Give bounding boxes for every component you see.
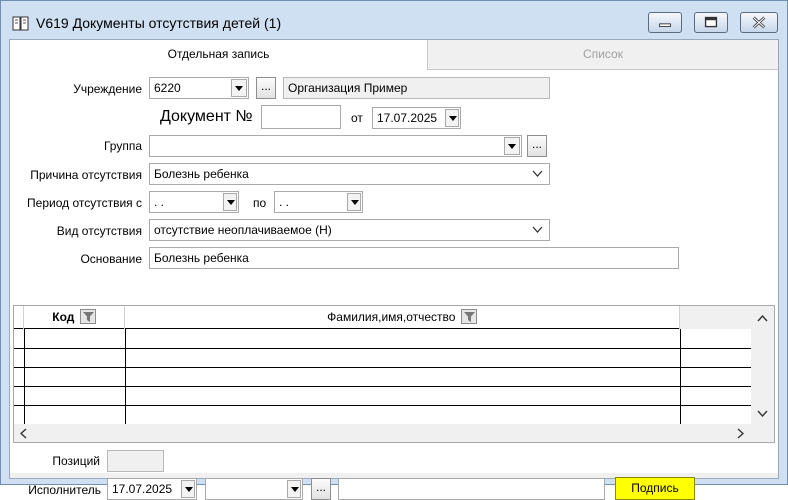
document-date-dropdown[interactable] [445,109,459,127]
book-icon [12,15,30,32]
institution-code-value: 6220 [154,81,181,95]
title-bar[interactable]: V619 Документы отсутствия детей (1) [1,1,787,39]
institution-label: Учреждение [73,82,142,96]
executor-label: Исполнитель [28,483,101,497]
institution-name-field: Организация Пример [283,77,550,99]
minimize-icon [659,23,671,28]
column-header-empty [680,306,751,329]
absence-type-combobox[interactable]: отсутствие неоплачиваемое (Н) [149,219,550,241]
basis-input[interactable]: Болезнь ребенка [149,247,679,269]
column-name-label: Фамилия,имя,отчество [327,310,456,324]
chevron-down-icon [235,86,243,91]
column-header-name[interactable]: Фамилия,имя,отчество [125,306,680,329]
minimize-button[interactable] [648,12,682,33]
period-from-value: . . [154,195,165,209]
close-icon [752,16,766,29]
grid-column-divider [680,329,681,424]
chevron-down-icon [449,116,457,121]
absence-type-dropdown[interactable] [527,220,549,240]
vertical-scrollbar[interactable] [751,306,774,424]
table-row[interactable] [14,386,751,387]
chevron-down-icon[interactable] [757,410,768,417]
window-title: V619 Документы отсутствия детей (1) [36,15,282,31]
absence-type-label: Вид отсутствия [56,224,142,238]
executor-date-picker[interactable]: 17.07.2025 [107,478,197,500]
absence-type-value: отсутствие неоплачиваемое (Н) [154,223,332,237]
document-date-picker[interactable]: 17.07.2025 [372,107,461,129]
column-header-code[interactable]: Код [24,306,125,329]
date-from-label: от [351,111,363,125]
maximize-icon [704,16,718,28]
grid-column-divider [125,329,126,424]
sign-button[interactable]: Подпись [615,477,695,500]
chevron-right-icon[interactable] [737,428,744,439]
reason-combobox[interactable]: Болезнь ребенка [149,163,550,185]
executor-select[interactable] [205,478,303,500]
row-selector-header[interactable] [14,306,24,329]
chevron-up-icon[interactable] [757,315,768,322]
reason-label: Причина отсутствия [30,168,142,182]
chevron-down-icon [532,226,543,233]
grid-header: Код Фамилия,имя,отчество [14,306,751,329]
institution-code-dropdown[interactable] [231,79,247,97]
period-to-value: . . [279,195,290,209]
basis-label: Основание [80,252,142,266]
horizontal-scrollbar[interactable] [14,424,774,442]
reason-dropdown[interactable] [527,164,549,184]
tab-single-record[interactable]: Отдельная запись [10,40,428,70]
group-select[interactable] [149,135,522,157]
group-dropdown[interactable] [504,137,520,155]
table-row[interactable] [14,348,751,349]
chevron-down-icon [532,170,543,177]
period-from-picker[interactable]: . . [149,191,239,213]
tab-list[interactable]: Список [428,40,778,70]
period-from-dropdown[interactable] [223,193,237,211]
chevron-down-icon [508,144,516,149]
table-row[interactable] [14,367,751,368]
chevron-down-icon [291,487,299,492]
chevron-down-icon [351,200,359,205]
client-area: Отдельная запись Список Учреждение 6220 … [9,39,779,500]
filter-icon[interactable] [79,309,96,324]
executor-date-dropdown[interactable] [181,480,195,498]
institution-lookup-button[interactable]: ... [256,77,276,99]
reason-value: Болезнь ребенка [154,167,249,181]
chevron-down-icon [185,487,193,492]
document-number-input[interactable] [261,105,341,129]
column-code-label: Код [52,310,75,324]
grid-column-divider [24,329,25,424]
record-panel: Учреждение 6220 ... Организация Пример Д… [10,70,778,500]
group-lookup-button[interactable]: ... [527,135,547,157]
executor-lookup-button[interactable]: ... [311,478,331,500]
children-grid[interactable]: Код Фамилия,имя,отчество [13,305,775,443]
positions-count-field [107,450,164,472]
period-from-label: Период отсутствия с [27,196,142,210]
document-date-value: 17.07.2025 [377,111,438,125]
executor-date-value: 17.07.2025 [112,482,173,496]
executor-name-input[interactable] [338,478,605,500]
app-window: V619 Документы отсутствия детей (1) Отде… [0,0,788,500]
group-label: Группа [103,139,142,153]
period-to-label: по [253,196,267,210]
filter-icon[interactable] [460,309,477,324]
period-to-dropdown[interactable] [347,193,361,211]
maximize-button[interactable] [694,12,728,33]
table-row[interactable] [14,405,751,406]
executor-select-dropdown[interactable] [287,480,301,498]
positions-label: Позиций [52,454,100,468]
close-button[interactable] [740,12,778,33]
period-to-picker[interactable]: . . [274,191,363,213]
document-number-label: Документ № [160,108,253,125]
chevron-left-icon[interactable] [20,428,27,439]
institution-code-select[interactable]: 6220 [149,77,249,99]
chevron-down-icon [227,200,235,205]
